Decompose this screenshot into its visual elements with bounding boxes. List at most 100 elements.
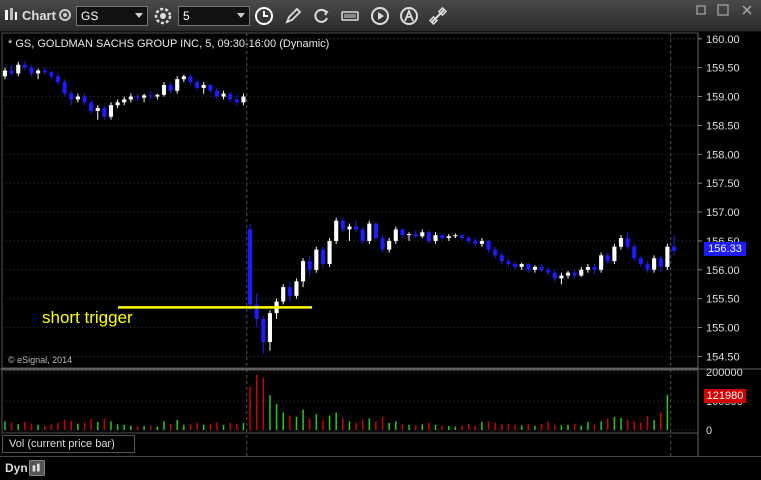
candle-body	[208, 84, 213, 91]
candle-body	[248, 229, 253, 305]
candle-body	[347, 226, 352, 230]
candle-body	[453, 235, 458, 237]
candle-body	[340, 220, 345, 230]
candle-body	[367, 223, 372, 241]
candle-body	[592, 266, 597, 270]
candle-body	[281, 287, 286, 302]
candle-body	[42, 70, 47, 73]
candle-body	[665, 246, 670, 267]
candle-body	[532, 266, 537, 270]
candle-body	[426, 232, 431, 241]
candle-body	[652, 258, 657, 270]
candle-body	[565, 272, 571, 276]
candle-body	[161, 84, 167, 95]
short-trigger-label: short trigger	[42, 308, 133, 327]
candle-body	[572, 272, 577, 276]
price-tick-label: 155.50	[706, 294, 740, 306]
candle-body	[618, 238, 624, 247]
candle-body	[420, 232, 425, 237]
candle-body	[320, 249, 325, 265]
dynamic-scale-button[interactable]	[29, 460, 45, 476]
candle-body	[95, 108, 100, 111]
candle-body	[75, 96, 80, 100]
candle-body	[380, 238, 385, 250]
candle-body	[625, 238, 630, 247]
candle-body	[446, 236, 451, 239]
candle-body	[440, 235, 445, 239]
chart-title: * GS, GOLDMAN SACHS GROUP INC, 5, 09:30-…	[8, 38, 330, 50]
chart-canvas[interactable]: 160.00 159.50 159.00 158.50 158.00 157.50 157.…	[0, 0, 761, 456]
candle-body	[55, 76, 61, 83]
candle-body	[214, 90, 220, 97]
candle-body	[82, 96, 87, 103]
candle-body	[195, 82, 200, 88]
candle-body	[16, 64, 21, 74]
candle-body	[307, 261, 312, 270]
candle-body	[148, 95, 153, 97]
candle-body	[142, 95, 147, 98]
candle-body	[122, 99, 127, 103]
volume-tick-label: 200000	[706, 367, 743, 379]
candle-body	[605, 255, 610, 262]
candle-body	[128, 96, 133, 100]
candle-body	[671, 246, 677, 251]
candle-body	[354, 226, 359, 230]
candle-body	[519, 264, 524, 267]
candle-body	[526, 264, 531, 270]
candle-body	[645, 264, 650, 270]
candle-body	[433, 235, 438, 241]
candle-body	[413, 234, 418, 237]
candle-body	[638, 258, 643, 265]
volume-study-label[interactable]: Vol (current price bar)	[2, 435, 135, 453]
price-tick-label: 156.00	[706, 265, 740, 277]
candle-body	[393, 229, 398, 241]
candle-body	[108, 105, 114, 117]
candle-body	[234, 99, 239, 103]
candle-body	[261, 318, 266, 343]
candle-body	[400, 229, 405, 236]
candle-body	[473, 240, 478, 244]
volume-tick-label: 0	[706, 425, 712, 437]
candle-body	[373, 223, 378, 239]
candle-body	[49, 72, 54, 77]
candle-body	[612, 246, 617, 262]
price-tick-label: 157.00	[706, 207, 740, 219]
candle-body	[188, 76, 193, 83]
candle-body	[69, 93, 74, 100]
time-axis-bar: Dyn	[0, 456, 761, 480]
candle-body	[506, 261, 511, 265]
price-tick-label: 155.00	[706, 323, 740, 335]
price-tick-label: 160.00	[706, 34, 740, 46]
candle-body	[559, 275, 564, 279]
candle-body	[539, 266, 544, 270]
candle-body	[546, 269, 551, 273]
candle-body	[632, 246, 637, 259]
candle-body	[201, 84, 206, 88]
candle-body	[327, 240, 332, 265]
candle-body	[360, 229, 365, 241]
candle-body	[168, 84, 173, 91]
candle-body	[301, 261, 306, 282]
candle-body	[155, 94, 160, 97]
copyright-label: © eSignal, 2014	[8, 355, 73, 365]
candle-body	[287, 287, 292, 296]
candle-body	[241, 96, 246, 103]
candle-body	[479, 240, 484, 244]
candle-body	[486, 240, 491, 250]
candle-body	[466, 238, 471, 241]
candle-body	[135, 96, 140, 98]
candle-body	[658, 258, 663, 267]
candle-body	[406, 234, 412, 236]
price-tick-label: 154.50	[706, 351, 740, 363]
last-price-badge: 156.33	[704, 242, 746, 256]
candle-body	[62, 82, 67, 94]
price-tick-label: 158.00	[706, 149, 740, 161]
candle-body	[9, 70, 14, 74]
grid-layer	[0, 32, 761, 456]
candle-body	[314, 249, 319, 270]
last-volume-badge: 121980	[704, 389, 746, 403]
candle-body	[599, 255, 604, 270]
candle-body	[29, 67, 34, 74]
candle-body	[115, 102, 120, 106]
candle-body	[387, 240, 392, 250]
